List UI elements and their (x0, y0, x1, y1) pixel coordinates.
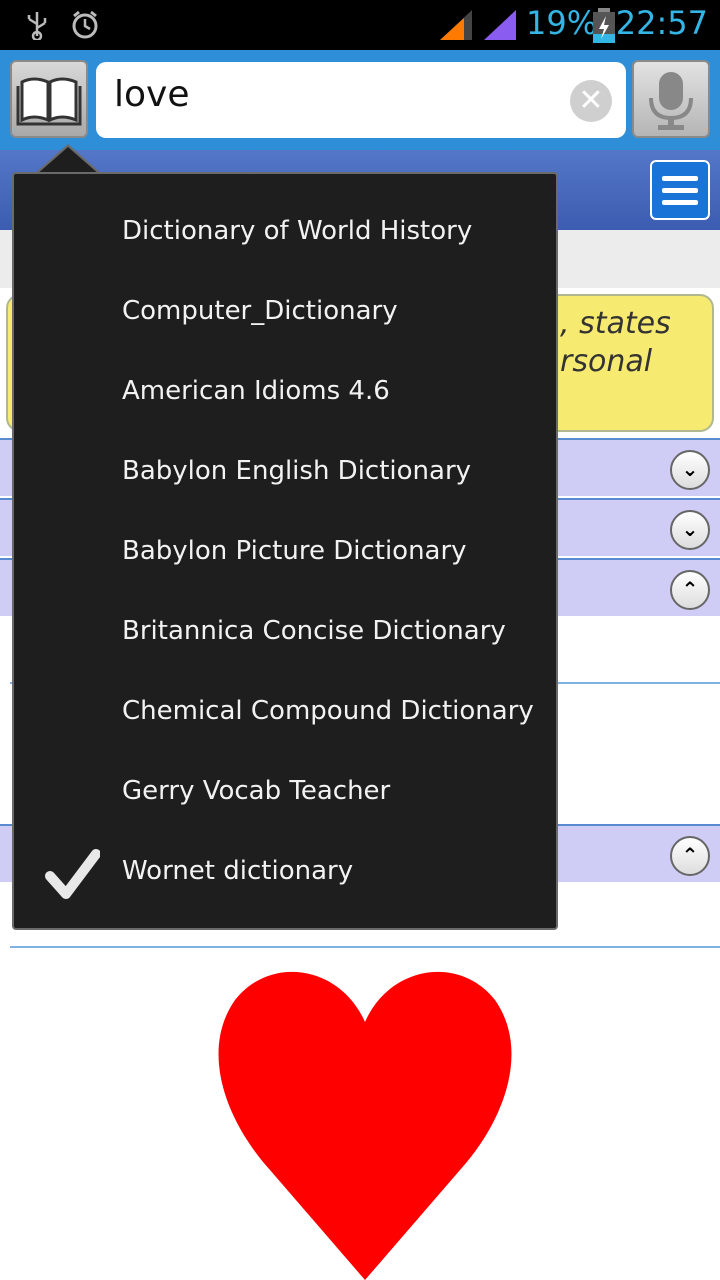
signal-icon (484, 10, 516, 40)
clock: 22:57 (615, 4, 708, 42)
menu-item-gerry-vocab-teacher[interactable]: Gerry Vocab Teacher (14, 754, 556, 834)
clear-search-button[interactable]: ✕ (570, 80, 612, 122)
checkmark-icon (45, 849, 100, 899)
microphone-icon (649, 72, 693, 130)
definition-text: , states (560, 306, 671, 341)
search-query: love (114, 74, 190, 115)
menu-item-label: Computer_Dictionary (122, 296, 398, 326)
expand-button[interactable]: ⌄ (670, 510, 710, 550)
menu-item-label: Chemical Compound Dictionary (122, 696, 534, 726)
divider (10, 946, 720, 948)
dictionary-menu: Dictionary of World History Computer_Dic… (12, 172, 558, 930)
menu-item-label: Dictionary of World History (122, 216, 473, 246)
definition-text: rsonal (560, 344, 653, 379)
menu-item-babylon-english-dictionary[interactable]: Babylon English Dictionary (14, 434, 556, 514)
battery-percent: 19% (526, 4, 598, 42)
battery-charging-icon (593, 8, 615, 43)
menu-item-label: American Idioms 4.6 (122, 376, 390, 406)
menu-button[interactable] (650, 160, 710, 220)
menu-item-label: Babylon Picture Dictionary (122, 536, 467, 566)
menu-item-computer-dictionary[interactable]: Computer_Dictionary (14, 274, 556, 354)
usb-icon (27, 12, 47, 40)
menu-item-label: Babylon English Dictionary (122, 456, 472, 486)
voice-search-button[interactable] (632, 60, 710, 138)
menu-item-label: Wornet dictionary (122, 856, 354, 886)
chevron-up-icon: ⌃ (681, 843, 699, 867)
menu-item-american-idioms[interactable]: American Idioms 4.6 (14, 354, 556, 434)
expand-button[interactable]: ⌄ (670, 450, 710, 490)
menu-item-wornet-dictionary[interactable]: Wornet dictionary (14, 834, 556, 914)
chevron-down-icon: ⌄ (681, 457, 699, 481)
heart-image (218, 971, 512, 1280)
menu-item-chemical-compound-dictionary[interactable]: Chemical Compound Dictionary (14, 674, 556, 754)
menu-item-britannica-concise-dictionary[interactable]: Britannica Concise Dictionary (14, 594, 556, 674)
close-icon: ✕ (578, 83, 604, 118)
status-bar: 19% 22:57 (0, 0, 720, 50)
menu-item-label: Gerry Vocab Teacher (122, 776, 391, 806)
chevron-up-icon: ⌃ (681, 577, 699, 601)
menu-item-dictionary-of-world-history[interactable]: Dictionary of World History (14, 194, 556, 274)
book-icon (16, 77, 82, 126)
alarm-icon (72, 10, 98, 39)
menu-item-label: Britannica Concise Dictionary (122, 616, 506, 646)
dictionary-select-button[interactable] (10, 60, 88, 138)
chevron-down-icon: ⌄ (681, 517, 699, 541)
menu-item-babylon-picture-dictionary[interactable]: Babylon Picture Dictionary (14, 514, 556, 594)
signal-icon (440, 10, 472, 40)
collapse-button[interactable]: ⌃ (670, 836, 710, 876)
popup-pointer (36, 147, 100, 175)
collapse-button[interactable]: ⌃ (670, 570, 710, 610)
